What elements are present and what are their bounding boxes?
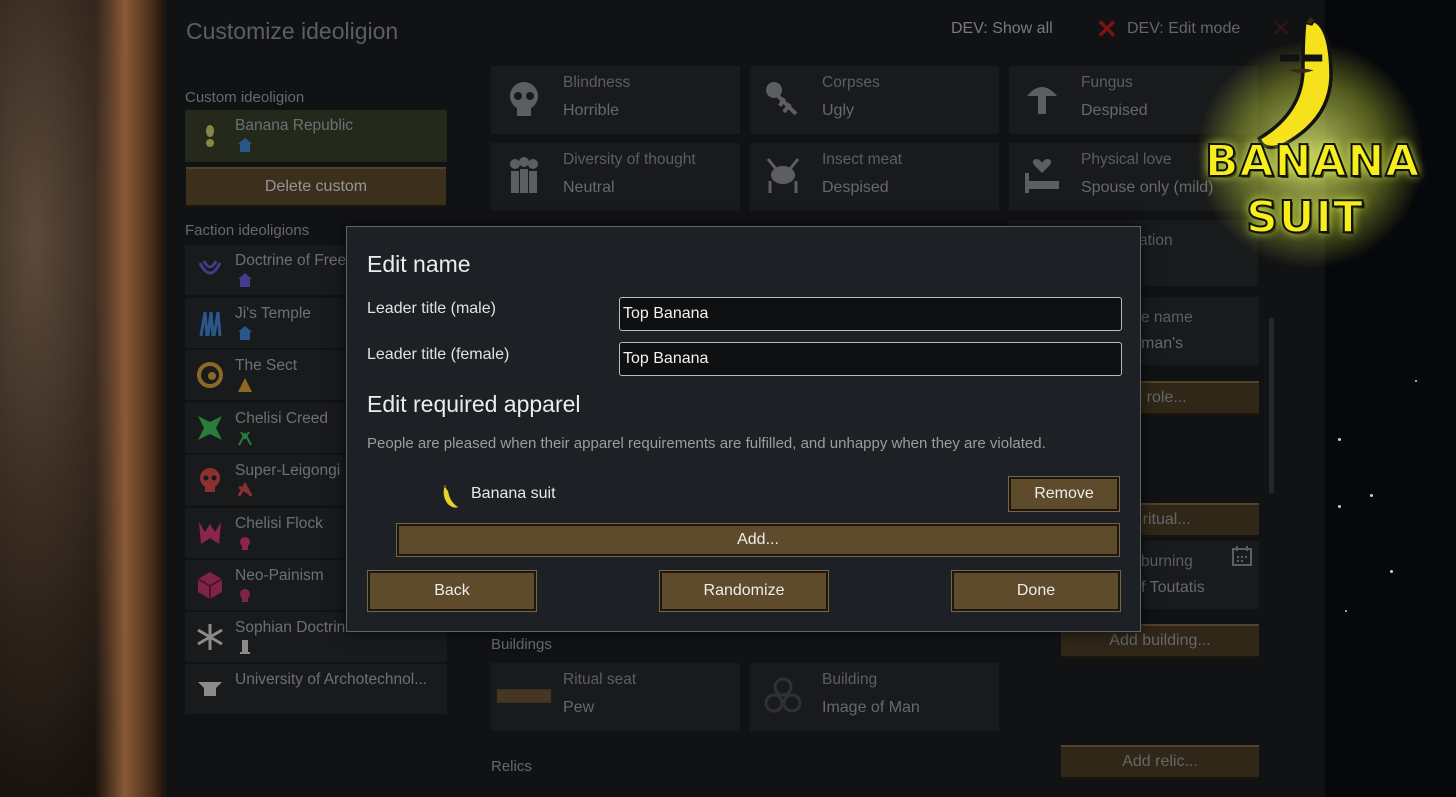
- planet-backdrop: [0, 0, 170, 797]
- banana-suit-icon: [443, 485, 459, 508]
- back-button[interactable]: Back: [367, 570, 537, 612]
- leader-title-male-input[interactable]: [619, 297, 1122, 331]
- banana-mascot-icon: [1257, 16, 1333, 150]
- badge-line-2: SUIT: [1245, 191, 1364, 244]
- leader-title-female-input[interactable]: [619, 342, 1122, 376]
- edit-name-heading: Edit name: [367, 251, 471, 277]
- star: [1338, 438, 1341, 441]
- edit-role-dialog: Edit name Leader title (male) Leader tit…: [346, 226, 1141, 632]
- star: [1345, 610, 1347, 612]
- leader-title-female-label: Leader title (female): [367, 346, 510, 363]
- done-button[interactable]: Done: [951, 570, 1121, 612]
- badge-line-1: BANANA: [1204, 135, 1421, 188]
- star: [1390, 570, 1393, 573]
- edit-apparel-heading: Edit required apparel: [367, 391, 581, 417]
- remove-apparel-button[interactable]: Remove: [1008, 476, 1120, 512]
- star: [1338, 505, 1341, 508]
- star: [1370, 494, 1373, 497]
- apparel-item-name: Banana suit: [471, 485, 556, 502]
- apparel-description: People are pleased when their apparel re…: [367, 435, 1046, 452]
- add-apparel-button[interactable]: Add...: [396, 523, 1120, 557]
- randomize-button[interactable]: Randomize: [659, 570, 829, 612]
- star: [1415, 380, 1417, 382]
- leader-title-male-label: Leader title (male): [367, 300, 496, 317]
